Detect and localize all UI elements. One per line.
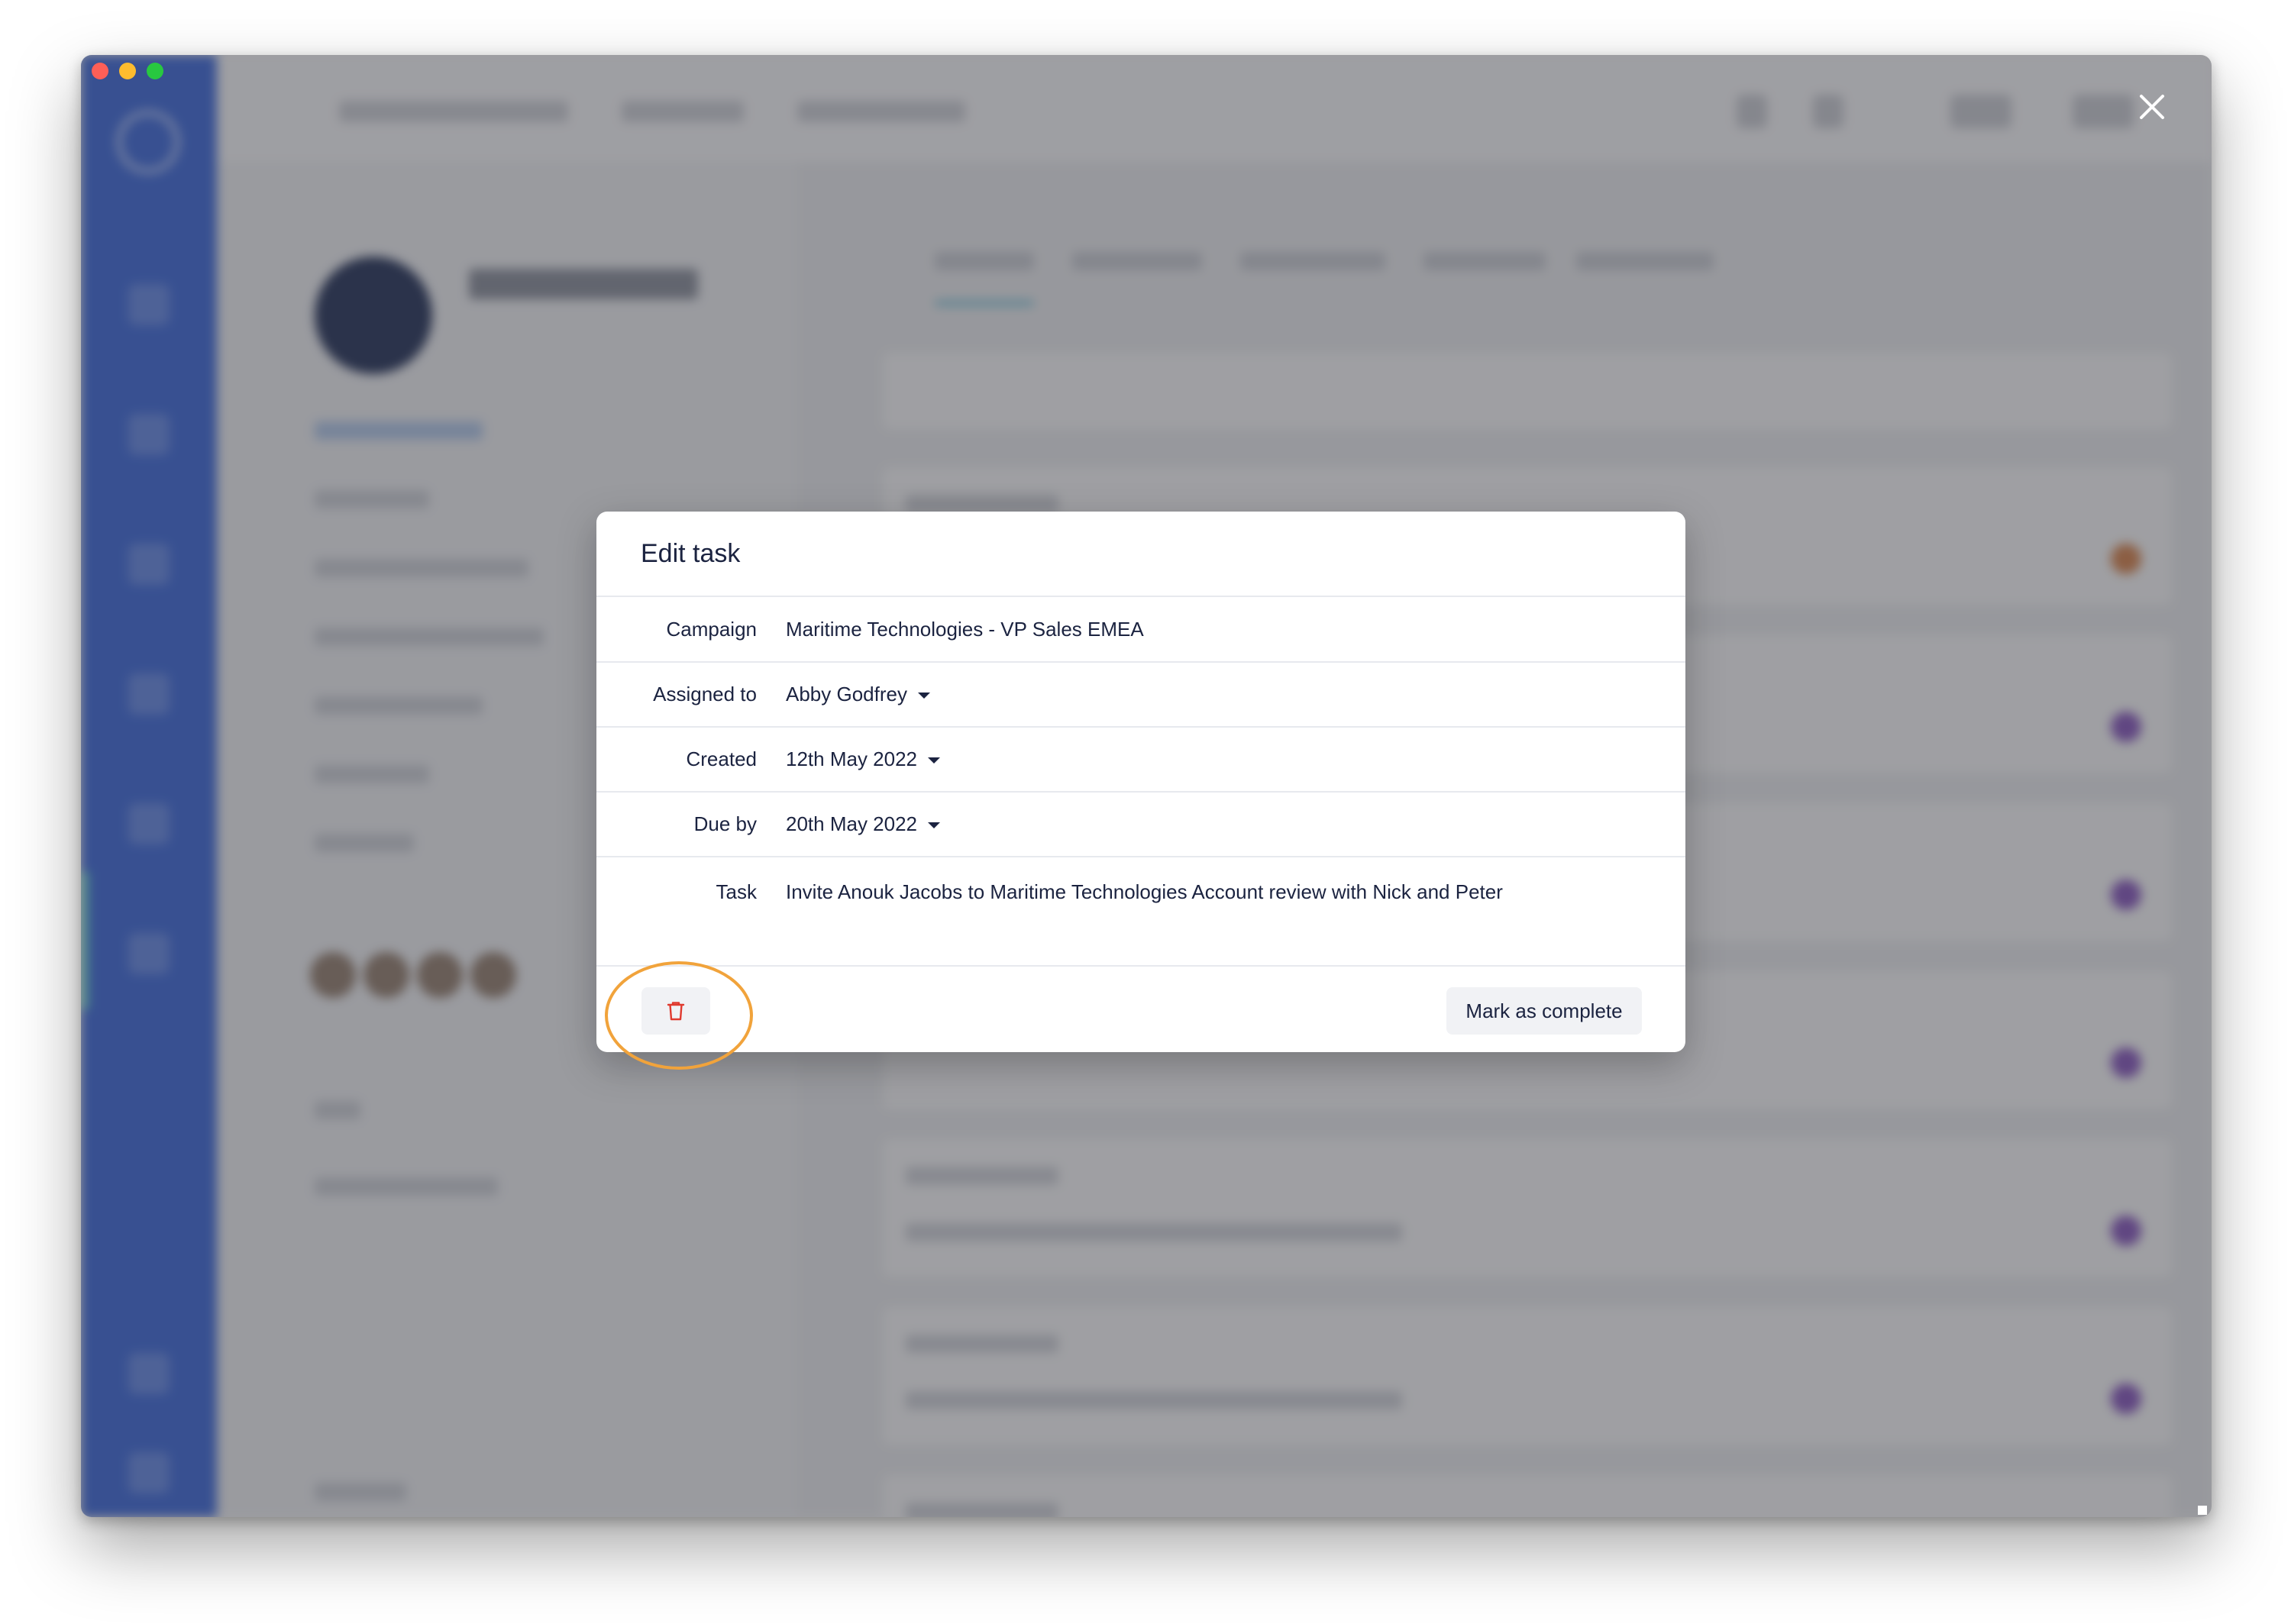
window-minimize-button[interactable] (119, 63, 136, 79)
assigned-to-dropdown[interactable]: Abby Godfrey (786, 683, 930, 706)
modal-footer: Mark as complete (596, 967, 1685, 1052)
created-value: 12th May 2022 (786, 747, 918, 770)
due-date-dropdown[interactable]: 20th May 2022 (786, 812, 941, 836)
window-close-button[interactable] (92, 63, 108, 79)
window-resize-corner (2198, 1506, 2207, 1515)
task-value: Invite Anouk Jacobs to Maritime Technolo… (786, 880, 1503, 903)
caret-down-icon (917, 693, 930, 699)
task-row: Task Invite Anouk Jacobs to Maritime Tec… (596, 857, 1685, 967)
due-by-label: Due by (693, 812, 757, 835)
caret-down-icon (928, 757, 941, 764)
campaign-label: Campaign (666, 617, 757, 641)
created-date-dropdown[interactable]: 12th May 2022 (786, 747, 941, 771)
assigned-to-label: Assigned to (653, 683, 757, 705)
close-icon (2140, 95, 2164, 119)
due-by-row: Due by 20th May 2022 (596, 793, 1685, 857)
assigned-to-row: Assigned to Abby Godfrey (596, 663, 1685, 728)
campaign-value: Maritime Technologies - VP Sales EMEA (786, 618, 1144, 641)
window-zoom-button[interactable] (147, 63, 163, 79)
mark-as-complete-button[interactable]: Mark as complete (1446, 987, 1642, 1035)
task-description-field[interactable]: Invite Anouk Jacobs to Maritime Technolo… (786, 880, 1503, 904)
caret-down-icon (928, 822, 941, 828)
window-controls (92, 63, 163, 79)
highlight-annotation (605, 961, 753, 1070)
edit-task-modal: Edit task Campaign Maritime Technologies… (596, 512, 1685, 1052)
created-label: Created (686, 747, 758, 770)
close-modal-button[interactable] (2128, 82, 2176, 131)
created-row: Created 12th May 2022 (596, 728, 1685, 793)
due-by-value: 20th May 2022 (786, 812, 918, 835)
assigned-to-value: Abby Godfrey (786, 683, 907, 705)
campaign-value-text: Maritime Technologies - VP Sales EMEA (786, 617, 1144, 641)
modal-header: Edit task (596, 512, 1685, 597)
task-label: Task (716, 880, 757, 903)
modal-title: Edit task (641, 538, 741, 568)
campaign-row: Campaign Maritime Technologies - VP Sale… (596, 597, 1685, 663)
